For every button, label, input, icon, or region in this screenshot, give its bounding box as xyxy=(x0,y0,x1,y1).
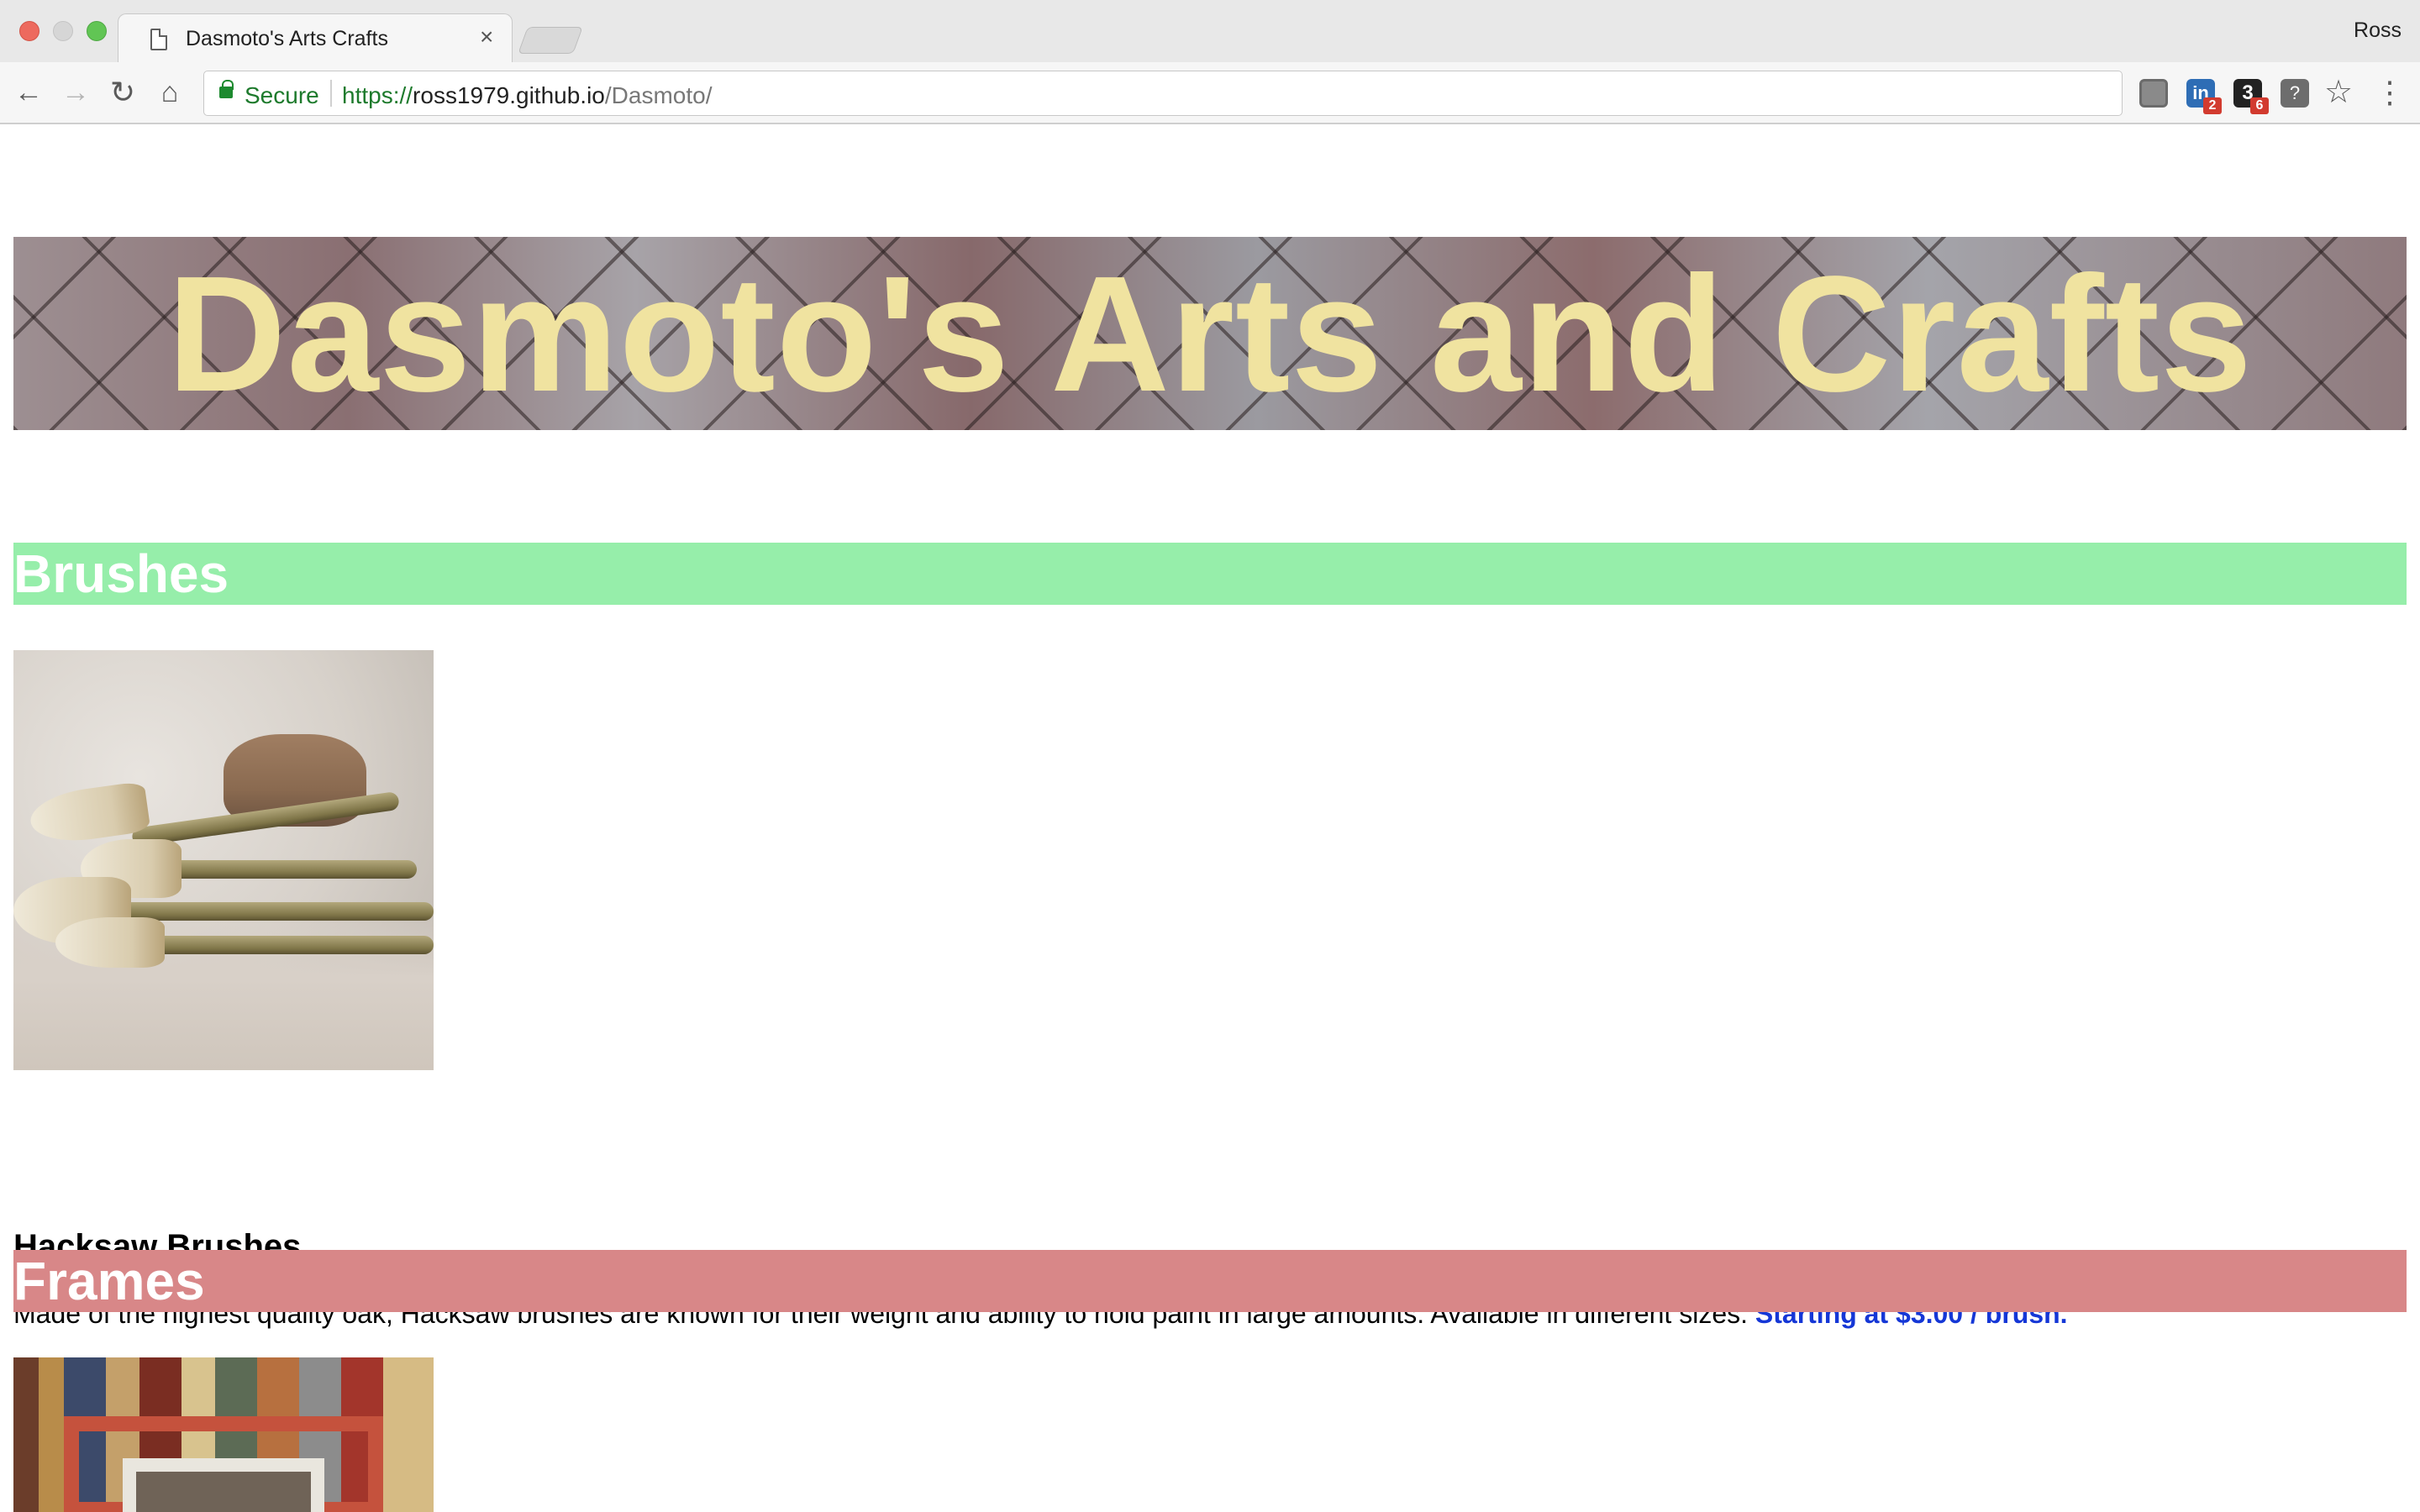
url-text[interactable]: https://ross1979.github.io/Dasmoto/ xyxy=(342,82,712,109)
url-scheme: https:// xyxy=(342,82,413,108)
linkedin-icon[interactable]: in 2 xyxy=(2186,79,2222,114)
url-host: ross1979.github.io xyxy=(413,82,605,108)
section-heading-brushes: Brushes xyxy=(13,543,2407,605)
window-close-button[interactable] xyxy=(19,21,39,41)
extension-3-icon[interactable]: 36 xyxy=(2233,79,2269,114)
browser-toolbar: ← → ↻ ⌂ Secure https://ross1979.github.i… xyxy=(0,62,2420,124)
frame-white xyxy=(123,1458,324,1512)
reload-icon[interactable]: ↻ xyxy=(104,74,141,111)
brush-handle xyxy=(148,936,434,954)
frames-image xyxy=(13,1357,434,1512)
new-tab-button[interactable] xyxy=(518,27,583,54)
lightbulb-icon[interactable]: ? xyxy=(2281,79,2309,108)
section-heading-frames: Frames xyxy=(13,1250,2407,1312)
document-icon xyxy=(150,29,167,50)
header-banner: Dasmoto's Arts and Crafts xyxy=(13,237,2407,430)
back-arrow-icon[interactable]: ← xyxy=(10,74,47,111)
frames-heading: Frames xyxy=(13,1251,205,1311)
address-bar[interactable]: Secure https://ross1979.github.io/Dasmot… xyxy=(203,71,2123,116)
forward-arrow-icon[interactable]: → xyxy=(57,74,94,111)
tab-close-icon[interactable]: × xyxy=(480,24,493,50)
security-label: Secure xyxy=(245,82,319,108)
brush-handle xyxy=(165,860,417,879)
url-path: /Dasmoto/ xyxy=(604,82,713,108)
window-minimize-button[interactable] xyxy=(53,21,73,41)
address-bar-divider xyxy=(330,80,332,107)
brushes-heading: Brushes xyxy=(13,543,229,604)
bookmark-star-icon[interactable]: ☆ xyxy=(2324,76,2353,109)
lock-icon xyxy=(219,80,234,98)
brush-handle xyxy=(114,902,434,921)
linkedin-badge: 2 xyxy=(2203,97,2222,114)
extension-grey-icon[interactable] xyxy=(2139,79,2168,108)
hacksaw-brushes-image xyxy=(13,650,434,1070)
brush-bristles xyxy=(55,917,165,968)
page-title: Dasmoto's Arts and Crafts xyxy=(166,242,2254,426)
browser-titlebar: Dasmoto's Arts Crafts × Ross xyxy=(0,0,2420,62)
window-maximize-button[interactable] xyxy=(87,21,107,41)
lightbulb-icon-label: ? xyxy=(2289,82,2301,103)
home-icon[interactable]: ⌂ xyxy=(151,74,188,111)
extension-3-badge: 6 xyxy=(2250,97,2269,114)
tab-title: Dasmoto's Arts Crafts xyxy=(186,27,388,50)
profile-name[interactable]: Ross xyxy=(2354,18,2402,43)
page-viewport: Dasmoto's Arts and Crafts Brushes Hacksa… xyxy=(0,126,2420,1512)
browser-menu-icon[interactable]: ⋮ xyxy=(2375,74,2405,111)
browser-tab-active[interactable]: Dasmoto's Arts Crafts × xyxy=(118,13,513,62)
